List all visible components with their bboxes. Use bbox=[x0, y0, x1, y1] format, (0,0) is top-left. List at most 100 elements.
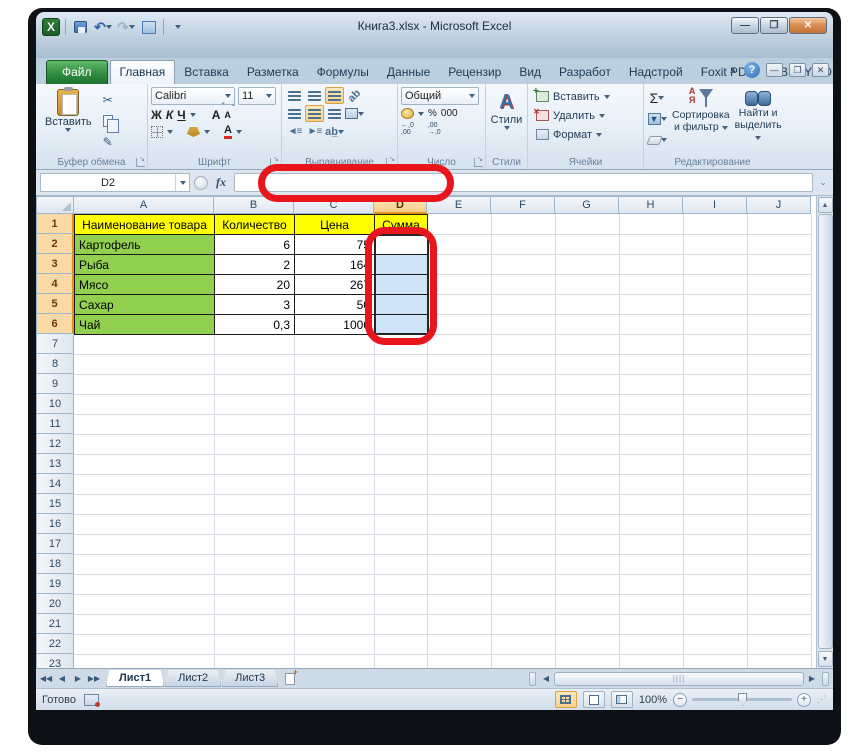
formula-input[interactable] bbox=[234, 173, 813, 192]
ribbon-tab-разметка[interactable]: Разметка bbox=[238, 61, 308, 84]
font-dialog-launcher[interactable] bbox=[270, 158, 279, 167]
styles-button[interactable]: А Стили bbox=[489, 91, 524, 130]
zoom-in-button[interactable]: + bbox=[797, 693, 811, 707]
vertical-scroll-thumb[interactable] bbox=[818, 214, 833, 649]
bold-button[interactable]: Ж bbox=[151, 108, 162, 122]
collapse-ribbon-icon[interactable]: ▲ bbox=[728, 65, 738, 76]
first-sheet-icon[interactable]: ◀◀ bbox=[38, 671, 54, 687]
find-select-button[interactable]: Найти и выделить bbox=[735, 87, 782, 149]
font-color-button[interactable]: А bbox=[224, 125, 232, 139]
align-right-button[interactable] bbox=[325, 105, 344, 122]
ribbon-tab-файл[interactable]: Файл bbox=[46, 60, 108, 84]
expand-formula-bar-icon[interactable]: ⌄ bbox=[817, 177, 829, 188]
row-header-18[interactable]: 18 bbox=[36, 554, 74, 574]
row-header-20[interactable]: 20 bbox=[36, 594, 74, 614]
quantity-cell[interactable]: 20 bbox=[214, 274, 295, 295]
price-cell[interactable]: 1000 bbox=[294, 314, 375, 335]
ribbon-tab-формулы[interactable]: Формулы bbox=[308, 61, 378, 84]
page-break-view-button[interactable] bbox=[611, 691, 633, 708]
format-cells-button[interactable]: Формат bbox=[536, 125, 640, 144]
column-header-B[interactable]: B bbox=[214, 196, 294, 214]
column-header-G[interactable]: G bbox=[555, 196, 619, 214]
italic-button[interactable]: К bbox=[166, 108, 173, 122]
column-header-E[interactable]: E bbox=[427, 196, 491, 214]
workbook-minimize-icon[interactable]: — bbox=[766, 63, 783, 77]
name-box[interactable]: D2 bbox=[40, 173, 190, 192]
price-cell[interactable]: 267 bbox=[294, 274, 375, 295]
quantity-cell[interactable]: 6 bbox=[214, 234, 295, 255]
row-header-5[interactable]: 5 bbox=[36, 294, 74, 314]
table-header-cell[interactable]: Наименование товара bbox=[74, 214, 215, 235]
row-header-9[interactable]: 9 bbox=[36, 374, 74, 394]
sheet-tab-лист3[interactable]: Лист3 bbox=[222, 670, 278, 687]
align-middle-button[interactable] bbox=[305, 87, 324, 104]
format-painter-button[interactable]: ✎ bbox=[98, 133, 118, 151]
worksheet-grid[interactable]: ABCDEFGHIJ 12345678910111213141516171819… bbox=[36, 196, 833, 668]
table-header-cell[interactable]: Сумма bbox=[374, 214, 428, 235]
product-name-cell[interactable]: Рыба bbox=[74, 254, 215, 275]
scroll-split-handle[interactable] bbox=[822, 672, 829, 686]
price-cell[interactable]: 164 bbox=[294, 254, 375, 275]
decrease-decimal-icon[interactable]: ,00→,0 bbox=[428, 122, 441, 136]
increase-decimal-icon[interactable]: ←,0,00 bbox=[401, 122, 414, 136]
borders-icon[interactable] bbox=[151, 126, 163, 138]
row-header-15[interactable]: 15 bbox=[36, 494, 74, 514]
row-header-21[interactable]: 21 bbox=[36, 614, 74, 634]
cut-button[interactable]: ✂ bbox=[98, 91, 118, 109]
sheet-tab-лист2[interactable]: Лист2 bbox=[165, 670, 221, 687]
quantity-cell[interactable]: 2 bbox=[214, 254, 295, 275]
next-sheet-icon[interactable]: ▶ bbox=[70, 671, 86, 687]
tab-split-handle[interactable] bbox=[529, 672, 536, 686]
grow-font-button[interactable]: А bbox=[212, 108, 221, 122]
ribbon-tab-надстрой[interactable]: Надстрой bbox=[620, 61, 692, 84]
row-header-10[interactable]: 10 bbox=[36, 394, 74, 414]
column-header-I[interactable]: I bbox=[683, 196, 747, 214]
sort-filter-button[interactable]: АЯ Сортировка и фильтр bbox=[672, 87, 730, 149]
product-name-cell[interactable]: Картофель bbox=[74, 234, 215, 255]
active-cell-d2[interactable] bbox=[374, 234, 428, 255]
table-header-cell[interactable]: Цена bbox=[294, 214, 375, 235]
row-header-12[interactable]: 12 bbox=[36, 434, 74, 454]
shrink-font-button[interactable]: А bbox=[224, 110, 231, 120]
fill-button[interactable]: ▼ bbox=[647, 110, 667, 128]
selected-sum-cell[interactable] bbox=[374, 254, 428, 275]
page-layout-view-button[interactable] bbox=[583, 691, 605, 708]
font-size-select[interactable]: 11 bbox=[238, 87, 276, 105]
align-top-button[interactable] bbox=[285, 87, 304, 104]
zoom-slider-handle[interactable] bbox=[738, 693, 747, 706]
row-header-17[interactable]: 17 bbox=[36, 534, 74, 554]
insert-cells-button[interactable]: Вставить bbox=[536, 87, 640, 106]
row-header-4[interactable]: 4 bbox=[36, 274, 74, 294]
horizontal-scroll-thumb[interactable]: |||| bbox=[554, 672, 804, 686]
row-header-13[interactable]: 13 bbox=[36, 454, 74, 474]
row-header-6[interactable]: 6 bbox=[36, 314, 74, 334]
column-header-D[interactable]: D bbox=[374, 196, 427, 214]
number-format-select[interactable]: Общий bbox=[401, 87, 479, 105]
insert-function-button[interactable]: fx bbox=[212, 175, 230, 190]
insert-worksheet-button[interactable] bbox=[279, 671, 301, 687]
comma-style-button[interactable]: 000 bbox=[441, 108, 458, 119]
horizontal-scrollbar[interactable]: ◀ |||| ▶ bbox=[527, 671, 831, 686]
product-name-cell[interactable]: Чай bbox=[74, 314, 215, 335]
underline-button[interactable]: Ч bbox=[177, 108, 185, 122]
workbook-restore-icon[interactable]: ❐ bbox=[789, 63, 806, 77]
row-header-16[interactable]: 16 bbox=[36, 514, 74, 534]
scroll-up-icon[interactable]: ▲ bbox=[818, 197, 833, 213]
column-header-A[interactable]: A bbox=[74, 196, 214, 214]
number-dialog-launcher[interactable] bbox=[474, 158, 483, 167]
align-center-button[interactable] bbox=[305, 105, 324, 122]
paste-button[interactable]: Вставить bbox=[45, 87, 92, 151]
zoom-level[interactable]: 100% bbox=[639, 694, 667, 706]
quantity-cell[interactable]: 3 bbox=[214, 294, 295, 315]
decrease-indent-button[interactable]: ◄≡ bbox=[285, 123, 304, 140]
selected-sum-cell[interactable] bbox=[374, 274, 428, 295]
orientation-button[interactable]: ab bbox=[345, 87, 364, 104]
price-cell[interactable]: 75 bbox=[294, 234, 375, 255]
ribbon-tab-вид[interactable]: Вид bbox=[510, 61, 550, 84]
vertical-scrollbar[interactable]: ▲ ▼ bbox=[816, 196, 833, 668]
column-header-H[interactable]: H bbox=[619, 196, 683, 214]
clear-button[interactable] bbox=[647, 131, 667, 149]
close-button[interactable]: ✕ bbox=[789, 17, 827, 34]
scroll-right-icon[interactable]: ▶ bbox=[804, 671, 820, 686]
name-box-dropdown[interactable] bbox=[175, 174, 189, 191]
